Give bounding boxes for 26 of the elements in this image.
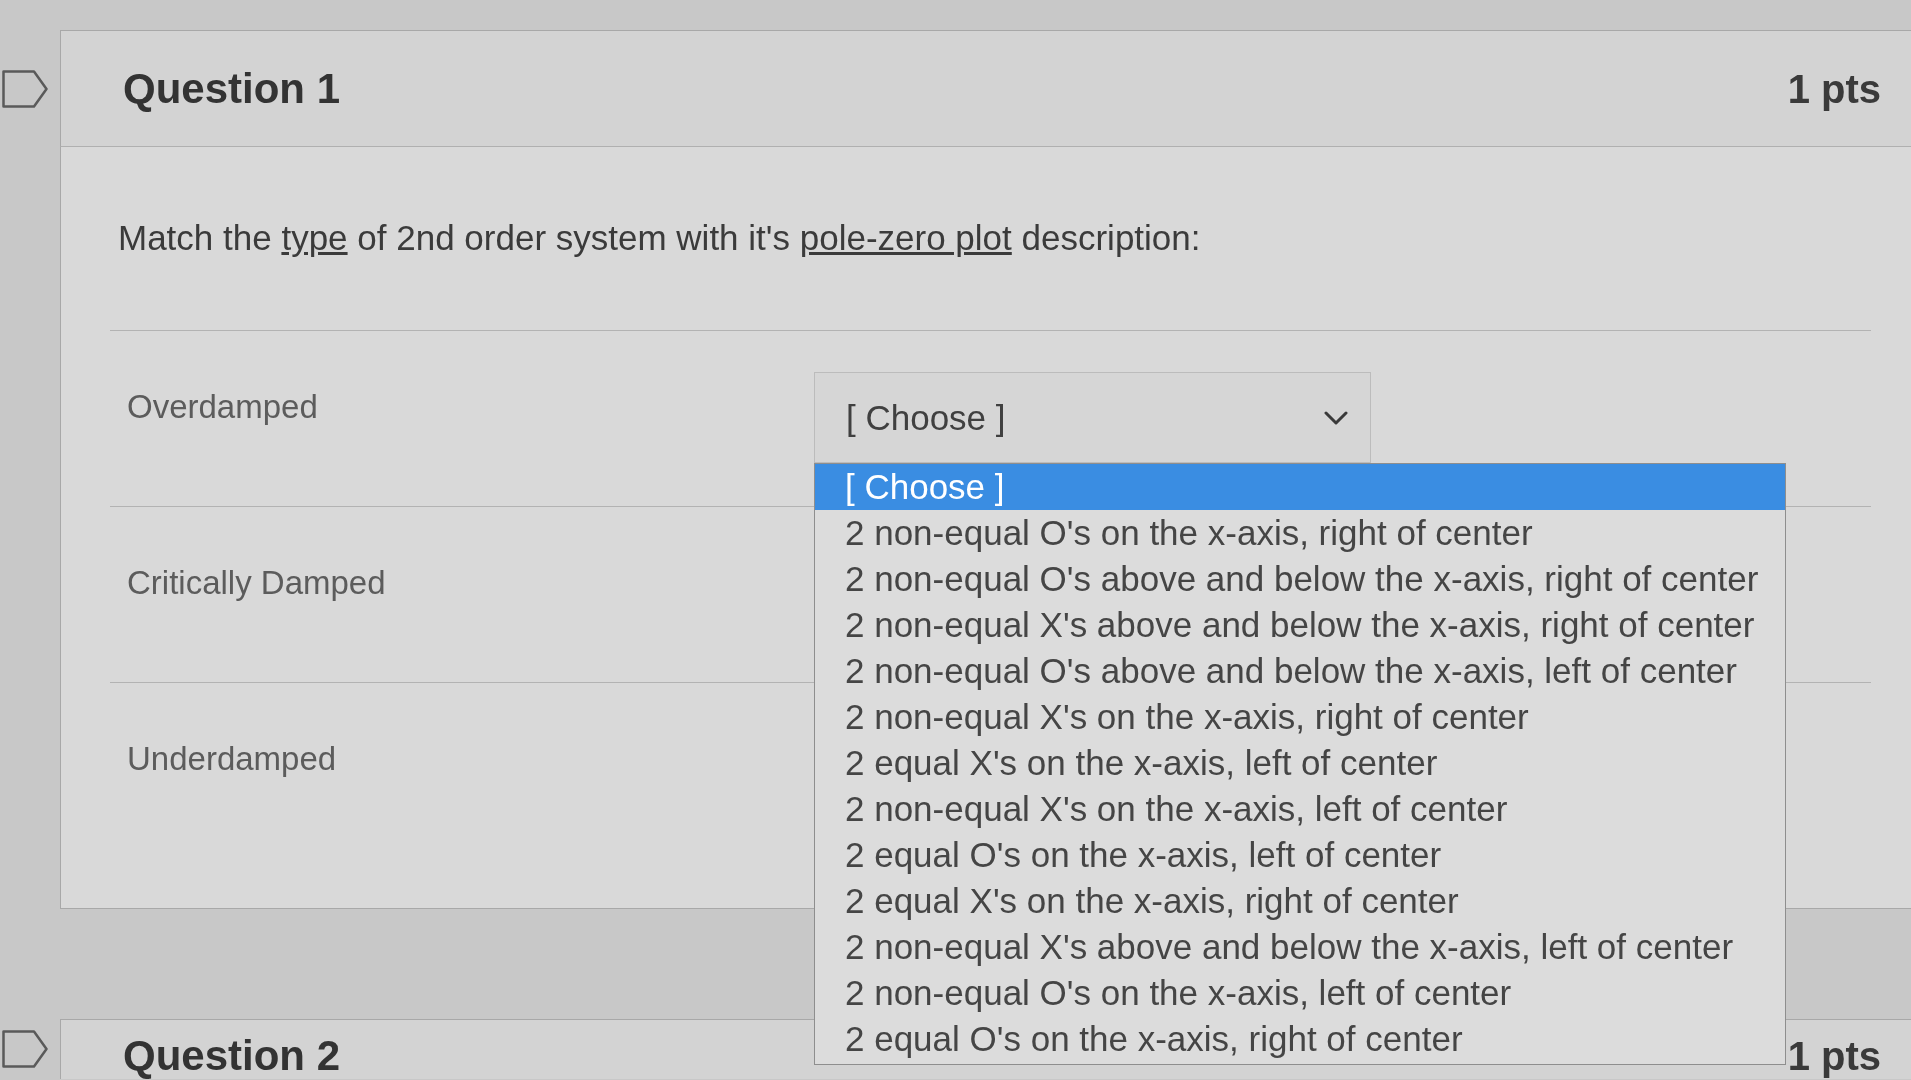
dropdown-option[interactable]: 2 non-equal X's on the x-axis, left of center — [815, 786, 1785, 832]
tag-icon[interactable] — [2, 69, 48, 108]
match-label: Overdamped — [126, 388, 319, 426]
match-label: Critically Damped — [126, 564, 387, 602]
question-title: Question 2 — [123, 1033, 341, 1079]
question-text: Match the type of 2nd order system with it's pole-zero plot description: — [110, 147, 1871, 331]
link[interactable]: pole-zero plot — [799, 218, 1012, 257]
chevron-down-icon — [1324, 410, 1348, 425]
dropdown-option[interactable]: 2 non-equal O's above and below the x-axis, left of center — [815, 648, 1785, 694]
dropdown-option[interactable]: 2 equal O's on the x-axis, left of center — [815, 832, 1785, 878]
dropdown-select[interactable]: [ Choose ] — [814, 372, 1371, 463]
match-label: Underdamped — [126, 740, 338, 778]
question-title: Question 1 — [123, 66, 341, 112]
dropdown-option[interactable]: 2 equal X's on the x-axis, left of center — [815, 740, 1785, 786]
points-label: 1 pts — [1787, 1033, 1881, 1079]
dropdown-option[interactable]: 2 equal X's on the x-axis, right of center — [815, 878, 1785, 924]
points-label: 1 pts — [1787, 66, 1881, 112]
dropdown-option[interactable]: 2 non-equal O's on the x-axis, right of center — [815, 510, 1785, 556]
link[interactable]: type — [281, 218, 348, 257]
dropdown-option[interactable]: 2 non-equal X's above and below the x-axis, right of center — [815, 602, 1785, 648]
dropdown-option[interactable]: 2 non-equal O's on the x-axis, left of center — [815, 970, 1785, 1016]
dropdown-option[interactable]: 2 non-equal X's on the x-axis, right of center — [815, 694, 1785, 740]
tag-icon[interactable] — [2, 1030, 48, 1068]
dropdown-option[interactable]: 2 non-equal O's above and below the x-axis, right of center — [815, 556, 1785, 602]
dropdown-option[interactable]: 2 equal O's on the x-axis, right of center — [815, 1016, 1785, 1062]
dropdown-option[interactable]: 2 non-equal X's above and below the x-axis, left of center — [815, 924, 1785, 970]
